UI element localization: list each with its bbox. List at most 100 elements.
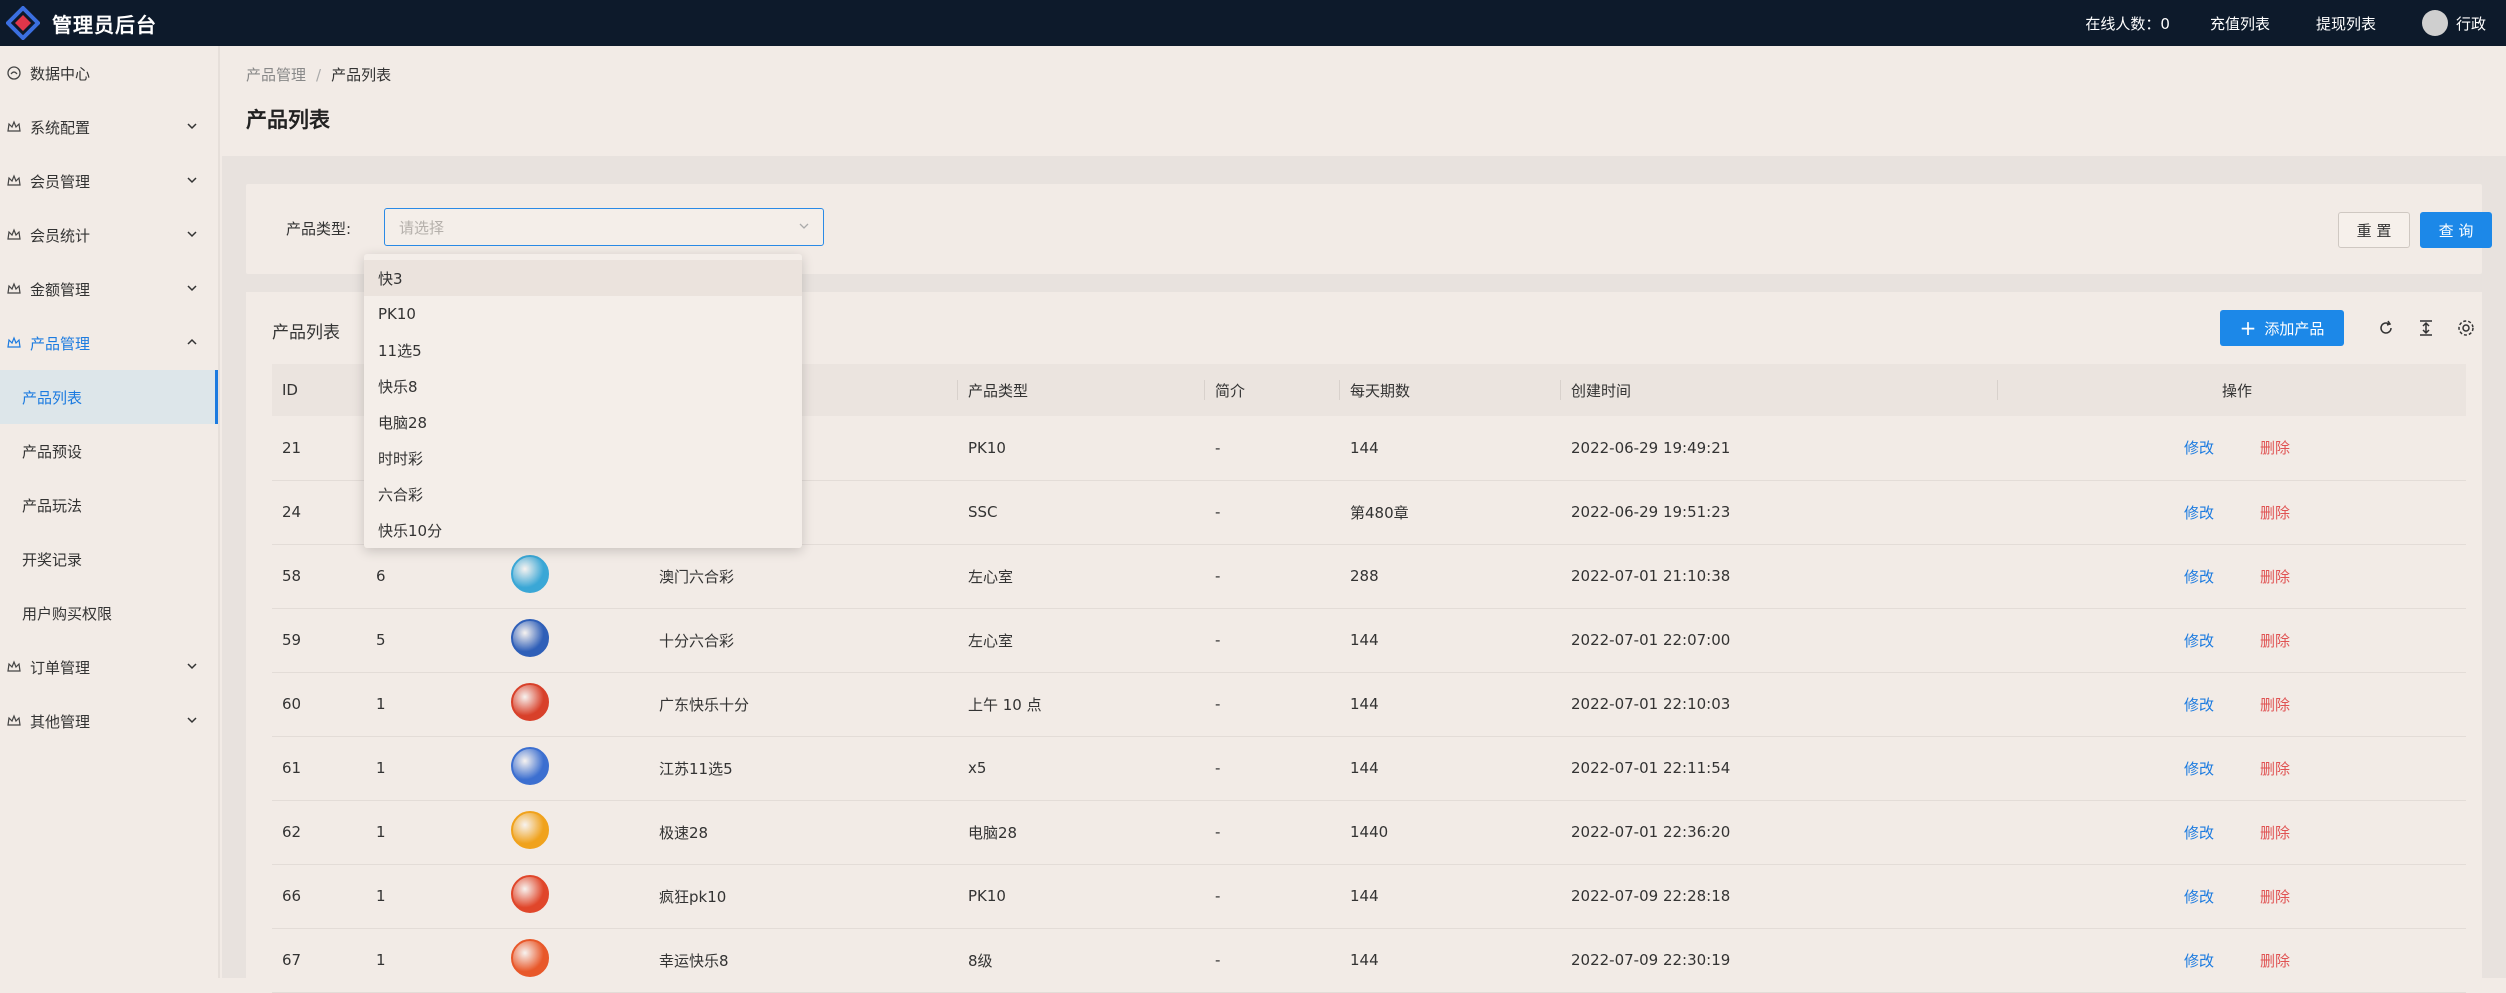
delete-link[interactable]: 删除	[2260, 696, 2290, 714]
cell-created: 2022-07-09 22:30:19	[1561, 928, 1998, 992]
table-row: 621极速28电脑28-14402022-07-01 22:36:20修改删除	[272, 800, 2466, 864]
select-placeholder: 请选择	[399, 217, 444, 238]
sidebar-subitem-product-list[interactable]: 产品列表	[0, 370, 218, 424]
user-name: 行政	[2456, 13, 2486, 34]
sidebar-item-system[interactable]: 系统配置	[0, 100, 218, 154]
dropdown-option[interactable]: 快3	[364, 260, 802, 296]
edit-link[interactable]: 修改	[2184, 696, 2214, 714]
cell-actions: 修改 删除	[1998, 544, 2466, 608]
cell-periods: 288	[1340, 544, 1561, 608]
column-height-icon[interactable]	[2416, 318, 2436, 338]
delete-link[interactable]: 删除	[2260, 952, 2290, 970]
cell-type: 电脑28	[958, 800, 1205, 864]
cell-id: 24	[272, 480, 366, 544]
cell-type: PK10	[958, 864, 1205, 928]
cell-type: 左心室	[958, 608, 1205, 672]
sidebar-subitem-product-play[interactable]: 产品玩法	[0, 478, 218, 532]
recharge-list-link[interactable]: 充值列表	[2210, 13, 2270, 34]
column-label: 产品类型	[968, 382, 1028, 400]
delete-link[interactable]: 删除	[2260, 439, 2290, 457]
delete-link[interactable]: 删除	[2260, 888, 2290, 906]
online-count: 在线人数：0	[2085, 13, 2170, 34]
plus-icon: +	[2240, 318, 2257, 338]
cell-icon	[501, 544, 649, 608]
cell-actions: 修改 删除	[1998, 480, 2466, 544]
chevron-down-icon	[186, 228, 198, 240]
dropdown-option[interactable]: PK10	[364, 296, 802, 332]
column-header-type: 产品类型	[958, 364, 1205, 416]
edit-link[interactable]: 修改	[2184, 888, 2214, 906]
chevron-up-icon	[186, 336, 198, 348]
sidebar-subitem-draw-records[interactable]: 开奖记录	[0, 532, 218, 586]
cell-intro: -	[1205, 416, 1340, 480]
dropdown-option[interactable]: 快乐8	[364, 368, 802, 404]
cell-id: 67	[272, 928, 366, 992]
cell-sort: 1	[366, 800, 501, 864]
cell-sort: 6	[366, 544, 501, 608]
sidebar-item-products[interactable]: 产品管理	[0, 316, 218, 370]
column-label: 每天期数	[1350, 382, 1410, 400]
sidebar-item-finance[interactable]: 金额管理	[0, 262, 218, 316]
breadcrumb-parent[interactable]: 产品管理	[246, 66, 306, 84]
dropdown-option[interactable]: 六合彩	[364, 476, 802, 512]
cell-name: 澳门六合彩	[649, 544, 958, 608]
page-title: 产品列表	[246, 104, 330, 134]
dropdown-option[interactable]: 时时彩	[364, 440, 802, 476]
edit-link[interactable]: 修改	[2184, 632, 2214, 650]
sidebar-subitem-product-preset[interactable]: 产品预设	[0, 424, 218, 478]
edit-link[interactable]: 修改	[2184, 952, 2214, 970]
user-menu[interactable]: 行政	[2422, 10, 2486, 36]
delete-link[interactable]: 删除	[2260, 632, 2290, 650]
sidebar: 数据中心 系统配置 会员管理 会员统计 金额管理 产品管理 产品列表 产品预设 …	[0, 46, 220, 978]
cell-id: 61	[272, 736, 366, 800]
table-row: 661疯狂pk10PK10-1442022-07-09 22:28:18修改删除	[272, 864, 2466, 928]
sidebar-item-members[interactable]: 会员管理	[0, 154, 218, 208]
logo[interactable]: 管理员后台	[6, 6, 157, 40]
table-row: 611江苏11选5x5-1442022-07-01 22:11:54修改删除	[272, 736, 2466, 800]
cell-sort: 1	[366, 736, 501, 800]
edit-link[interactable]: 修改	[2184, 824, 2214, 842]
delete-link[interactable]: 删除	[2260, 504, 2290, 522]
table-row: 586澳门六合彩左心室-2882022-07-01 21:10:38修改删除	[272, 544, 2466, 608]
cell-icon	[501, 736, 649, 800]
page-header: 产品管理/产品列表 产品列表	[222, 46, 2506, 156]
delete-link[interactable]: 删除	[2260, 824, 2290, 842]
cell-actions: 修改 删除	[1998, 736, 2466, 800]
avatar	[2422, 10, 2448, 36]
cell-intro: -	[1205, 672, 1340, 736]
product-thumbnail	[511, 811, 549, 849]
sidebar-item-member-stats[interactable]: 会员统计	[0, 208, 218, 262]
dropdown-option[interactable]: 11选5	[364, 332, 802, 368]
sidebar-item-orders[interactable]: 订单管理	[0, 640, 218, 694]
delete-link[interactable]: 删除	[2260, 568, 2290, 586]
sidebar-subitem-purchase-permission[interactable]: 用户购买权限	[0, 586, 218, 640]
cell-periods: 第480章	[1340, 480, 1561, 544]
edit-link[interactable]: 修改	[2184, 760, 2214, 778]
add-product-button[interactable]: + 添加产品	[2220, 310, 2344, 346]
refresh-icon[interactable]	[2376, 318, 2396, 338]
product-thumbnail	[511, 875, 549, 913]
gear-icon[interactable]	[2456, 318, 2476, 338]
sidebar-item-dashboard[interactable]: 数据中心	[0, 46, 218, 100]
cell-sort: 1	[366, 928, 501, 992]
product-type-select[interactable]: 请选择	[384, 208, 824, 246]
cell-id: 62	[272, 800, 366, 864]
dropdown-option[interactable]: 快乐10分	[364, 512, 802, 548]
cell-type: SSC	[958, 480, 1205, 544]
cell-actions: 修改 删除	[1998, 800, 2466, 864]
cell-intro: -	[1205, 544, 1340, 608]
edit-link[interactable]: 修改	[2184, 568, 2214, 586]
delete-link[interactable]: 删除	[2260, 760, 2290, 778]
cell-name: 幸运快乐8	[649, 928, 958, 992]
sidebar-item-other[interactable]: 其他管理	[0, 694, 218, 748]
cell-intro: -	[1205, 864, 1340, 928]
dropdown-option[interactable]: 电脑28	[364, 404, 802, 440]
edit-link[interactable]: 修改	[2184, 504, 2214, 522]
cell-periods: 1440	[1340, 800, 1561, 864]
reset-button[interactable]: 重 置	[2338, 212, 2410, 248]
sidebar-item-label: 产品管理	[30, 333, 90, 354]
query-button[interactable]: 查 询	[2420, 212, 2492, 248]
withdraw-list-link[interactable]: 提现列表	[2316, 13, 2376, 34]
edit-link[interactable]: 修改	[2184, 439, 2214, 457]
cell-actions: 修改 删除	[1998, 416, 2466, 480]
